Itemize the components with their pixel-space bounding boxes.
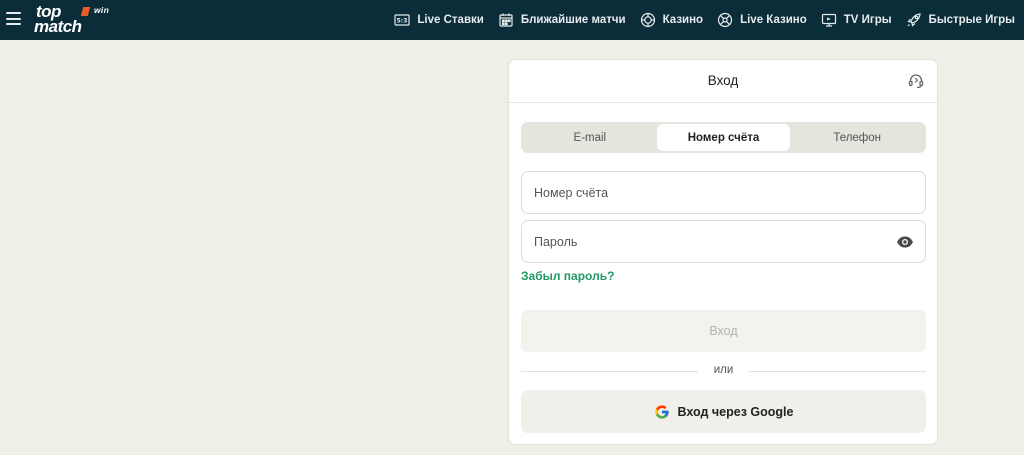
password-input[interactable] xyxy=(522,221,925,262)
nav-live-casino[interactable]: Live Казино xyxy=(717,12,807,28)
nav-fast-games[interactable]: Быстрые Игры xyxy=(906,12,1015,28)
calendar-icon xyxy=(499,13,513,27)
password-field xyxy=(521,220,926,263)
google-icon xyxy=(654,404,669,419)
nav-live-bets-label: Live Ставки xyxy=(417,14,484,26)
nav-casino[interactable]: Казино xyxy=(640,12,703,28)
account-number-field xyxy=(521,171,926,214)
support-headset-icon[interactable] xyxy=(907,72,925,90)
nav-fast-games-label: Быстрые Игры xyxy=(928,14,1015,26)
tv-icon xyxy=(821,13,836,27)
forgot-password-link[interactable]: Забыл пароль? xyxy=(521,269,614,283)
nav-tv-games-label: TV Игры xyxy=(843,14,892,26)
nav-upcoming-matches-label: Ближайшие матчи xyxy=(520,14,626,26)
tab-account-number[interactable]: Номер счёта xyxy=(656,124,791,151)
tab-email[interactable]: E-mail xyxy=(523,124,657,151)
google-login-button[interactable]: Вход через Google xyxy=(521,390,926,433)
show-password-eye-icon[interactable] xyxy=(896,234,914,250)
roulette-icon xyxy=(717,12,733,28)
login-card-header: Вход xyxy=(509,60,937,103)
or-divider: или xyxy=(521,363,926,379)
account-number-input[interactable] xyxy=(522,172,925,213)
menu-icon[interactable] xyxy=(6,12,21,25)
logo-accent-mark xyxy=(80,7,91,16)
nav-live-casino-label: Live Казино xyxy=(740,14,807,26)
login-submit-button[interactable]: Вход xyxy=(521,310,926,352)
tab-phone[interactable]: Телефон xyxy=(790,124,924,151)
casino-chip-icon xyxy=(640,12,655,28)
nav-casino-label: Казино xyxy=(662,14,704,26)
scoreboard-icon: 5:3 xyxy=(394,14,411,26)
nav-live-bets[interactable]: 5:3 Live Ставки xyxy=(394,12,484,28)
logo[interactable]: top win match xyxy=(34,3,116,37)
google-login-label: Вход через Google xyxy=(677,404,794,419)
logo-win-text: win xyxy=(94,5,110,15)
login-method-tabs: E-mail Номер счёта Телефон xyxy=(521,122,926,153)
nav-tv-games[interactable]: TV Игры xyxy=(821,12,892,28)
or-text: или xyxy=(713,364,734,376)
login-title: Вход xyxy=(707,73,739,88)
svg-text:5:3: 5:3 xyxy=(397,18,408,25)
top-header: top win match 5:3 Live Ставки Ближайшие … xyxy=(0,0,1024,40)
login-card: Вход E-mail Номер счёта Телефон Забыл па… xyxy=(508,59,938,445)
main-nav: 5:3 Live Ставки Ближайшие матчи Казино L… xyxy=(380,0,1015,40)
nav-upcoming-matches[interactable]: Ближайшие матчи xyxy=(498,12,626,28)
divider-line-right xyxy=(749,371,926,372)
logo-match-text: match xyxy=(34,17,82,36)
rocket-icon xyxy=(906,13,921,27)
